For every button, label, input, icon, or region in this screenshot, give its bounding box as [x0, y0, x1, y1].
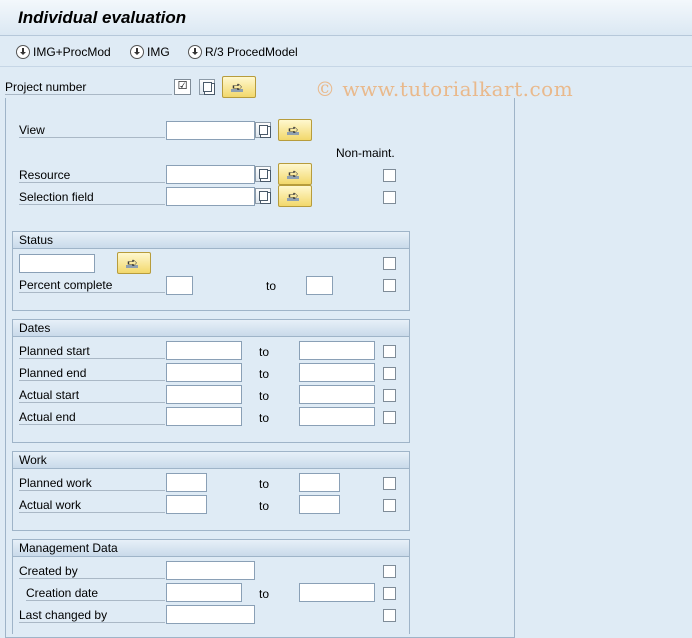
planned-start-to-input[interactable]: [299, 341, 375, 360]
view-input[interactable]: [166, 121, 255, 140]
status-group-header: Status: [13, 232, 409, 249]
status-input[interactable]: [19, 254, 95, 273]
r3-procedmodel-button[interactable]: R/3 ProcedModel: [188, 43, 298, 61]
management-data-group-header: Management Data: [13, 540, 409, 557]
selection-field-execute-button[interactable]: ➪: [278, 185, 312, 207]
application-toolbar: IMG+ProcMod IMG R/3 ProcedModel © www.tu…: [0, 37, 692, 101]
planned-work-to-input[interactable]: [299, 473, 340, 492]
download-icon: [130, 45, 144, 59]
selection-field-non-maint-checkbox[interactable]: [383, 191, 396, 204]
download-icon: [16, 45, 30, 59]
work-group: Work: [12, 451, 410, 531]
planned-work-to-label: to: [259, 477, 270, 491]
selection-field-input[interactable]: [166, 187, 255, 206]
created-by-label: Created by: [19, 564, 165, 579]
percent-complete-to-input[interactable]: [306, 276, 333, 295]
planned-end-label: Planned end: [19, 366, 165, 381]
creation-date-to-input[interactable]: [299, 583, 375, 602]
last-changed-by-non-maint-checkbox[interactable]: [383, 609, 396, 622]
title-bar: Individual evaluation: [0, 0, 692, 36]
creation-date-to-label: to: [259, 587, 270, 601]
percent-complete-non-maint-checkbox[interactable]: [383, 279, 396, 292]
actual-end-to-input[interactable]: [299, 407, 375, 426]
creation-date-label: Creation date: [26, 586, 165, 601]
img-procmod-label: IMG+ProcMod: [33, 45, 111, 59]
img-procmod-button[interactable]: IMG+ProcMod: [16, 43, 111, 61]
actual-start-to-label: to: [259, 389, 270, 403]
arrow-icon: ➪: [127, 255, 138, 270]
percent-complete-to-label: to: [266, 279, 277, 293]
project-number-label: Project number: [5, 80, 172, 95]
actual-start-label: Actual start: [19, 388, 165, 403]
actual-start-from-input[interactable]: [166, 385, 242, 404]
last-changed-by-input[interactable]: [166, 605, 255, 624]
actual-work-to-input[interactable]: [299, 495, 340, 514]
download-icon: [188, 45, 202, 59]
status-non-maint-checkbox[interactable]: [383, 257, 396, 270]
resource-execute-button[interactable]: ➪: [278, 163, 312, 185]
img-label: IMG: [147, 45, 170, 59]
actual-work-from-input[interactable]: [166, 495, 207, 514]
status-execute-button[interactable]: ➪: [117, 252, 151, 274]
actual-end-non-maint-checkbox[interactable]: [383, 411, 396, 424]
actual-work-non-maint-checkbox[interactable]: [383, 499, 396, 512]
created-by-non-maint-checkbox[interactable]: [383, 565, 396, 578]
work-group-header: Work: [13, 452, 409, 469]
resource-non-maint-checkbox[interactable]: [383, 169, 396, 182]
arrow-icon: ➪: [288, 166, 299, 181]
percent-complete-label: Percent complete: [19, 278, 165, 293]
planned-work-from-input[interactable]: [166, 473, 207, 492]
selection-field-label: Selection field: [19, 190, 165, 205]
planned-start-label: Planned start: [19, 344, 165, 359]
arrow-icon: ➪: [232, 79, 243, 94]
resource-multiple-selection-button[interactable]: [255, 166, 271, 182]
page-title: Individual evaluation: [18, 8, 187, 27]
actual-end-label: Actual end: [19, 410, 165, 425]
creation-date-non-maint-checkbox[interactable]: [383, 587, 396, 600]
planned-work-non-maint-checkbox[interactable]: [383, 477, 396, 490]
view-execute-button[interactable]: ➪: [278, 119, 312, 141]
dates-group-header: Dates: [13, 320, 409, 337]
planned-work-label: Planned work: [19, 476, 165, 491]
resource-input[interactable]: [166, 165, 255, 184]
non-maint-header: Non-maint.: [336, 146, 395, 160]
view-multiple-selection-button[interactable]: [255, 122, 271, 138]
planned-end-to-input[interactable]: [299, 363, 375, 382]
planned-end-non-maint-checkbox[interactable]: [383, 367, 396, 380]
arrow-icon: ➪: [288, 188, 299, 203]
actual-start-to-input[interactable]: [299, 385, 375, 404]
planned-start-to-label: to: [259, 345, 270, 359]
project-multiple-selection-button[interactable]: [199, 79, 215, 95]
actual-end-from-input[interactable]: [166, 407, 242, 426]
selection-field-multiple-selection-button[interactable]: [255, 188, 271, 204]
planned-start-from-input[interactable]: [166, 341, 242, 360]
project-number-execute-button[interactable]: ➪: [222, 76, 256, 98]
actual-work-to-label: to: [259, 499, 270, 513]
planned-start-non-maint-checkbox[interactable]: [383, 345, 396, 358]
planned-end-from-input[interactable]: [166, 363, 242, 382]
percent-complete-from-input[interactable]: [166, 276, 193, 295]
actual-work-label: Actual work: [19, 498, 165, 513]
actual-start-non-maint-checkbox[interactable]: [383, 389, 396, 402]
actual-end-to-label: to: [259, 411, 270, 425]
last-changed-by-label: Last changed by: [19, 608, 165, 623]
project-number-checkbox[interactable]: ☑: [174, 79, 191, 95]
view-label: View: [19, 123, 165, 138]
r3-procedmodel-label: R/3 ProcedModel: [205, 45, 298, 59]
creation-date-from-input[interactable]: [166, 583, 242, 602]
img-button[interactable]: IMG: [130, 43, 170, 61]
planned-end-to-label: to: [259, 367, 270, 381]
resource-label: Resource: [19, 168, 165, 183]
created-by-input[interactable]: [166, 561, 255, 580]
arrow-icon: ➪: [288, 122, 299, 137]
